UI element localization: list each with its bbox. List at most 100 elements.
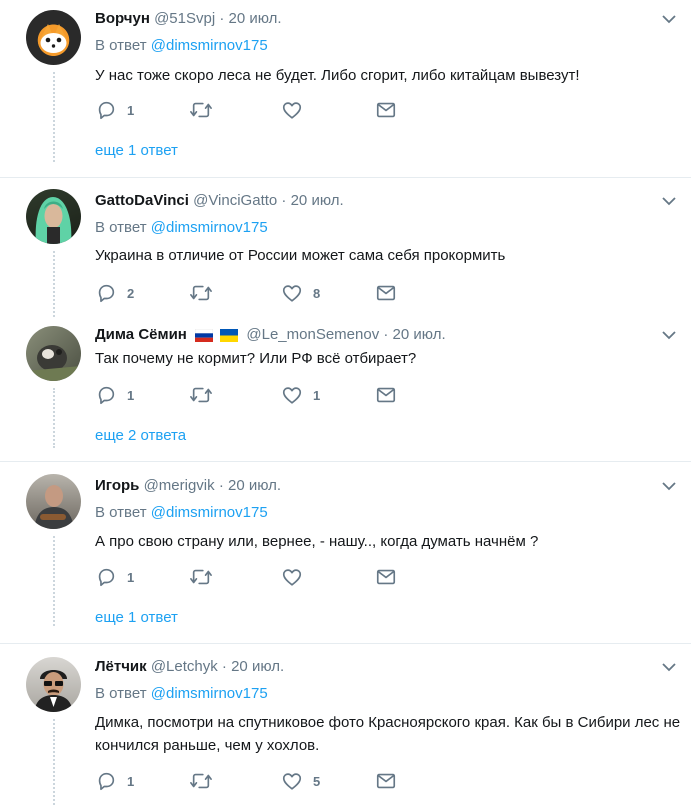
tweet-text: А про свою страну или, вернее, - нашу..,… — [95, 533, 539, 550]
tweet-date[interactable]: 20 июл. — [393, 326, 446, 343]
show-more-replies-link[interactable]: еще 1 ответ — [95, 608, 178, 628]
separator-dot: · — [221, 658, 227, 675]
reply-count: 1 — [127, 387, 135, 403]
message-icon — [376, 285, 396, 301]
reply-to-label: В ответ — [95, 37, 147, 54]
reply-to: В ответ @dimsmirnov175 — [95, 36, 268, 56]
reply-icon — [98, 568, 115, 587]
reply-icon — [98, 772, 115, 791]
message-icon — [376, 569, 396, 585]
author-name[interactable]: Ворчун — [95, 10, 150, 27]
like-icon — [282, 102, 302, 119]
reply-button[interactable]: 2 — [95, 281, 134, 305]
reply-to-label: В ответ — [95, 219, 147, 236]
thread-line — [53, 388, 55, 448]
thread-line — [53, 536, 55, 626]
tweet-actions: 1 — [95, 565, 415, 589]
show-more-replies-link[interactable]: еще 1 ответ — [95, 141, 178, 161]
flag-russia-icon — [194, 328, 214, 342]
tweet-text: У нас тоже скоро леса не будет. Либо сго… — [95, 67, 580, 84]
author-name[interactable]: Игорь — [95, 477, 139, 494]
tweet-date[interactable]: 20 июл. — [231, 658, 284, 675]
tweet-header: Игорь @merigvik · 20 июл. — [95, 476, 281, 496]
reply-button[interactable]: 1 — [95, 769, 134, 793]
author-name[interactable]: Лётчик — [95, 658, 147, 675]
thread-line — [53, 719, 55, 805]
author-handle[interactable]: @merigvik — [144, 477, 215, 494]
like-count: 8 — [313, 285, 321, 301]
like-icon — [282, 387, 302, 404]
like-button[interactable]: 1 — [281, 383, 320, 407]
author-handle[interactable]: @Le_monSemenov — [246, 326, 379, 343]
tweet-text: Так почему не кормит? Или РФ всё отбирае… — [95, 350, 417, 367]
chevron-down-icon[interactable] — [661, 13, 677, 25]
reply-icon — [98, 101, 115, 120]
avatar[interactable] — [26, 657, 81, 712]
message-button[interactable] — [375, 769, 397, 793]
tweet-date[interactable]: 20 июл. — [229, 10, 282, 27]
reply-count: 1 — [127, 773, 135, 789]
tweet[interactable]: Дима Сёмин @Le_monSemenov · 20 июл. Так … — [0, 318, 691, 462]
reply-to-label: В ответ — [95, 685, 147, 702]
reply-to-mention[interactable]: @dimsmirnov175 — [151, 37, 268, 54]
chevron-down-icon[interactable] — [661, 195, 677, 207]
message-button[interactable] — [375, 383, 397, 407]
like-count: 5 — [313, 773, 321, 789]
author-handle[interactable]: @51Svpj — [154, 10, 215, 27]
message-icon — [376, 387, 396, 403]
reply-to-mention[interactable]: @dimsmirnov175 — [151, 219, 268, 236]
tweet[interactable]: GattoDaVinci @VinciGatto · 20 июл. В отв… — [0, 178, 691, 318]
tweet[interactable]: Лётчик @Letchyk · 20 июл. В ответ @dimsm… — [0, 644, 691, 805]
retweet-button[interactable] — [189, 565, 223, 589]
like-icon — [282, 569, 302, 586]
message-button[interactable] — [375, 281, 397, 305]
author-handle[interactable]: @Letchyk — [151, 658, 218, 675]
author-handle[interactable]: @VinciGatto — [193, 192, 277, 209]
retweet-button[interactable] — [189, 98, 223, 122]
tweet-date[interactable]: 20 июл. — [291, 192, 344, 209]
tweet-header: GattoDaVinci @VinciGatto · 20 июл. — [95, 191, 344, 211]
retweet-button[interactable] — [189, 769, 223, 793]
author-name[interactable]: Дима Сёмин — [95, 326, 187, 343]
like-button[interactable]: 8 — [281, 281, 320, 305]
reply-button[interactable]: 1 — [95, 383, 134, 407]
like-button[interactable] — [281, 98, 313, 122]
retweet-button[interactable] — [189, 383, 223, 407]
message-button[interactable] — [375, 565, 397, 589]
avatar[interactable] — [26, 10, 81, 65]
retweet-icon — [190, 569, 212, 585]
message-button[interactable] — [375, 98, 397, 122]
chevron-down-icon[interactable] — [661, 329, 677, 341]
reply-button[interactable]: 1 — [95, 565, 134, 589]
chevron-down-icon[interactable] — [661, 480, 677, 492]
tweet-header: Ворчун @51Svpj · 20 июл. — [95, 9, 282, 29]
reply-icon — [98, 386, 115, 405]
separator-dot: · — [218, 477, 224, 494]
tweet[interactable]: Игорь @merigvik · 20 июл. В ответ @dimsm… — [0, 462, 691, 644]
avatar[interactable] — [26, 189, 81, 244]
tweet-text: Украина в отличие от России может сама с… — [95, 247, 506, 264]
reply-button[interactable]: 1 — [95, 98, 134, 122]
retweet-icon — [190, 773, 212, 789]
tweet-date[interactable]: 20 июл. — [228, 477, 281, 494]
message-icon — [376, 773, 396, 789]
like-button[interactable]: 5 — [281, 769, 320, 793]
reply-count: 2 — [127, 285, 135, 301]
thread-line — [53, 72, 55, 162]
reply-to-label: В ответ — [95, 504, 147, 521]
retweet-button[interactable] — [189, 281, 223, 305]
tweet[interactable]: Ворчун @51Svpj · 20 июл. В ответ @dimsmi… — [0, 0, 691, 178]
chevron-down-icon[interactable] — [661, 661, 677, 673]
reply-icon — [98, 284, 115, 303]
reply-to-mention[interactable]: @dimsmirnov175 — [151, 504, 268, 521]
tweet-actions: 1 — [95, 98, 415, 122]
avatar[interactable] — [26, 326, 81, 381]
avatar[interactable] — [26, 474, 81, 529]
show-more-replies-link[interactable]: еще 2 ответа — [95, 426, 186, 446]
reply-to: В ответ @dimsmirnov175 — [95, 503, 268, 523]
tweet-header: Лётчик @Letchyk · 20 июл. — [95, 657, 284, 677]
reply-to-mention[interactable]: @dimsmirnov175 — [151, 685, 268, 702]
author-name[interactable]: GattoDaVinci — [95, 192, 189, 209]
like-button[interactable] — [281, 565, 313, 589]
like-icon — [282, 773, 302, 790]
